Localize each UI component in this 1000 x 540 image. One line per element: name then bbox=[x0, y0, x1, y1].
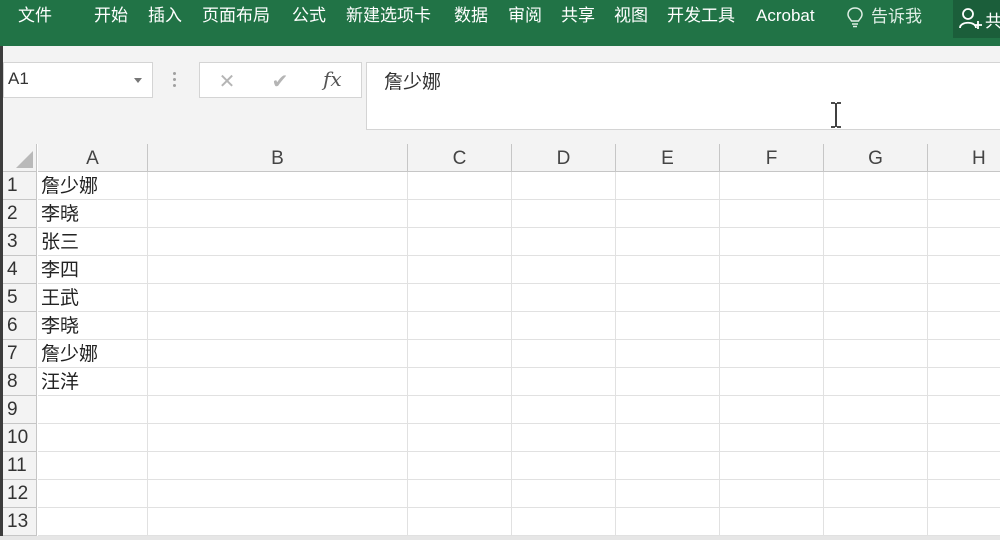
column-header-h[interactable]: H bbox=[928, 144, 1000, 172]
formula-content: 詹少娜 bbox=[384, 71, 442, 93]
cell-a8[interactable]: 汪洋 bbox=[38, 368, 148, 396]
spreadsheet-grid[interactable]: A B C D E F G H 1 2 3 4 5 6 7 8 9 10 11 … bbox=[0, 144, 1000, 540]
ribbon-tab-bar: 文件 开始 插入 页面布局 公式 新建选项卡 数据 审阅 共享 视图 开发工具 … bbox=[0, 0, 1000, 46]
name-box-value: A1 bbox=[8, 69, 29, 88]
row-header-7[interactable]: 7 bbox=[3, 340, 37, 368]
tab-view[interactable]: 视图 bbox=[614, 5, 648, 29]
row-header-3[interactable]: 3 bbox=[3, 228, 37, 256]
gridline bbox=[38, 451, 1000, 452]
tab-developer[interactable]: 开发工具 bbox=[667, 5, 735, 29]
column-header-a[interactable]: A bbox=[38, 144, 148, 172]
tab-review[interactable]: 审阅 bbox=[508, 5, 542, 29]
add-user-icon bbox=[959, 8, 982, 29]
dropdown-caret-icon[interactable] bbox=[134, 78, 142, 83]
gridline bbox=[38, 507, 1000, 508]
row-header-4[interactable]: 4 bbox=[3, 256, 37, 284]
row-header-13[interactable]: 13 bbox=[3, 508, 37, 536]
tab-home[interactable]: 开始 bbox=[94, 5, 128, 29]
tab-new-tab[interactable]: 新建选项卡 bbox=[346, 5, 431, 29]
row-header-5[interactable]: 5 bbox=[3, 284, 37, 312]
name-box[interactable]: A1 bbox=[3, 62, 153, 98]
row-header-2[interactable]: 2 bbox=[3, 200, 37, 228]
row-header-10[interactable]: 10 bbox=[3, 424, 37, 452]
row-header-8[interactable]: 8 bbox=[3, 368, 37, 396]
row-header-6[interactable]: 6 bbox=[3, 312, 37, 340]
gridline bbox=[38, 199, 1000, 200]
formula-input[interactable]: 詹少娜 bbox=[366, 62, 1000, 130]
gridline bbox=[38, 367, 1000, 368]
gridline bbox=[38, 283, 1000, 284]
gridline bbox=[38, 227, 1000, 228]
gridline bbox=[38, 423, 1000, 424]
row-header-1[interactable]: 1 bbox=[3, 172, 37, 200]
tab-formulas[interactable]: 公式 bbox=[292, 5, 326, 29]
column-header-d[interactable]: D bbox=[512, 144, 616, 172]
gridline bbox=[38, 255, 1000, 256]
fx-icon[interactable]: fx bbox=[323, 67, 342, 91]
gridline bbox=[38, 395, 1000, 396]
enter-check-icon[interactable]: ✔ bbox=[267, 69, 293, 93]
row-header-11[interactable]: 11 bbox=[3, 452, 37, 480]
tab-share[interactable]: 共享 bbox=[561, 5, 595, 29]
cell-a1[interactable]: 詹少娜 bbox=[38, 172, 148, 200]
drag-handle[interactable] bbox=[173, 72, 177, 88]
formula-buttons: ✕ ✔ fx bbox=[199, 62, 362, 98]
gridline bbox=[38, 311, 1000, 312]
row-header-9[interactable]: 9 bbox=[3, 396, 37, 424]
cell-a5[interactable]: 王武 bbox=[38, 284, 148, 312]
column-header-c[interactable]: C bbox=[408, 144, 512, 172]
column-header-g[interactable]: G bbox=[824, 144, 928, 172]
cell-a6[interactable]: 李晓 bbox=[38, 312, 148, 340]
lightbulb-icon bbox=[847, 7, 863, 28]
cell-a2[interactable]: 李晓 bbox=[38, 200, 148, 228]
gridline bbox=[38, 479, 1000, 480]
tell-me-label: 告诉我 bbox=[871, 7, 922, 27]
share-button[interactable]: 共 bbox=[953, 0, 1000, 38]
tab-data[interactable]: 数据 bbox=[454, 5, 488, 29]
row-header-12[interactable]: 12 bbox=[3, 480, 37, 508]
tab-acrobat[interactable]: Acrobat bbox=[756, 5, 815, 29]
tab-file[interactable]: 文件 bbox=[18, 5, 52, 29]
column-header-f[interactable]: F bbox=[720, 144, 824, 172]
column-header-b[interactable]: B bbox=[148, 144, 408, 172]
tab-insert[interactable]: 插入 bbox=[148, 5, 182, 29]
formula-bar-area: A1 ✕ ✔ fx 詹少娜 bbox=[0, 46, 1000, 144]
excel-window: 文件 开始 插入 页面布局 公式 新建选项卡 数据 审阅 共享 视图 开发工具 … bbox=[0, 0, 1000, 540]
cancel-icon[interactable]: ✕ bbox=[214, 69, 240, 93]
column-header-e[interactable]: E bbox=[616, 144, 720, 172]
share-label: 共 bbox=[985, 12, 1000, 32]
cell-a4[interactable]: 李四 bbox=[38, 256, 148, 284]
ibeam-cursor-icon bbox=[831, 102, 841, 128]
cell-a7[interactable]: 詹少娜 bbox=[38, 340, 148, 368]
cell-a3[interactable]: 张三 bbox=[38, 228, 148, 256]
sheet-tab-strip bbox=[0, 536, 1000, 540]
tab-page-layout[interactable]: 页面布局 bbox=[202, 5, 270, 29]
gridline bbox=[38, 339, 1000, 340]
select-all-corner-icon[interactable] bbox=[3, 144, 37, 172]
